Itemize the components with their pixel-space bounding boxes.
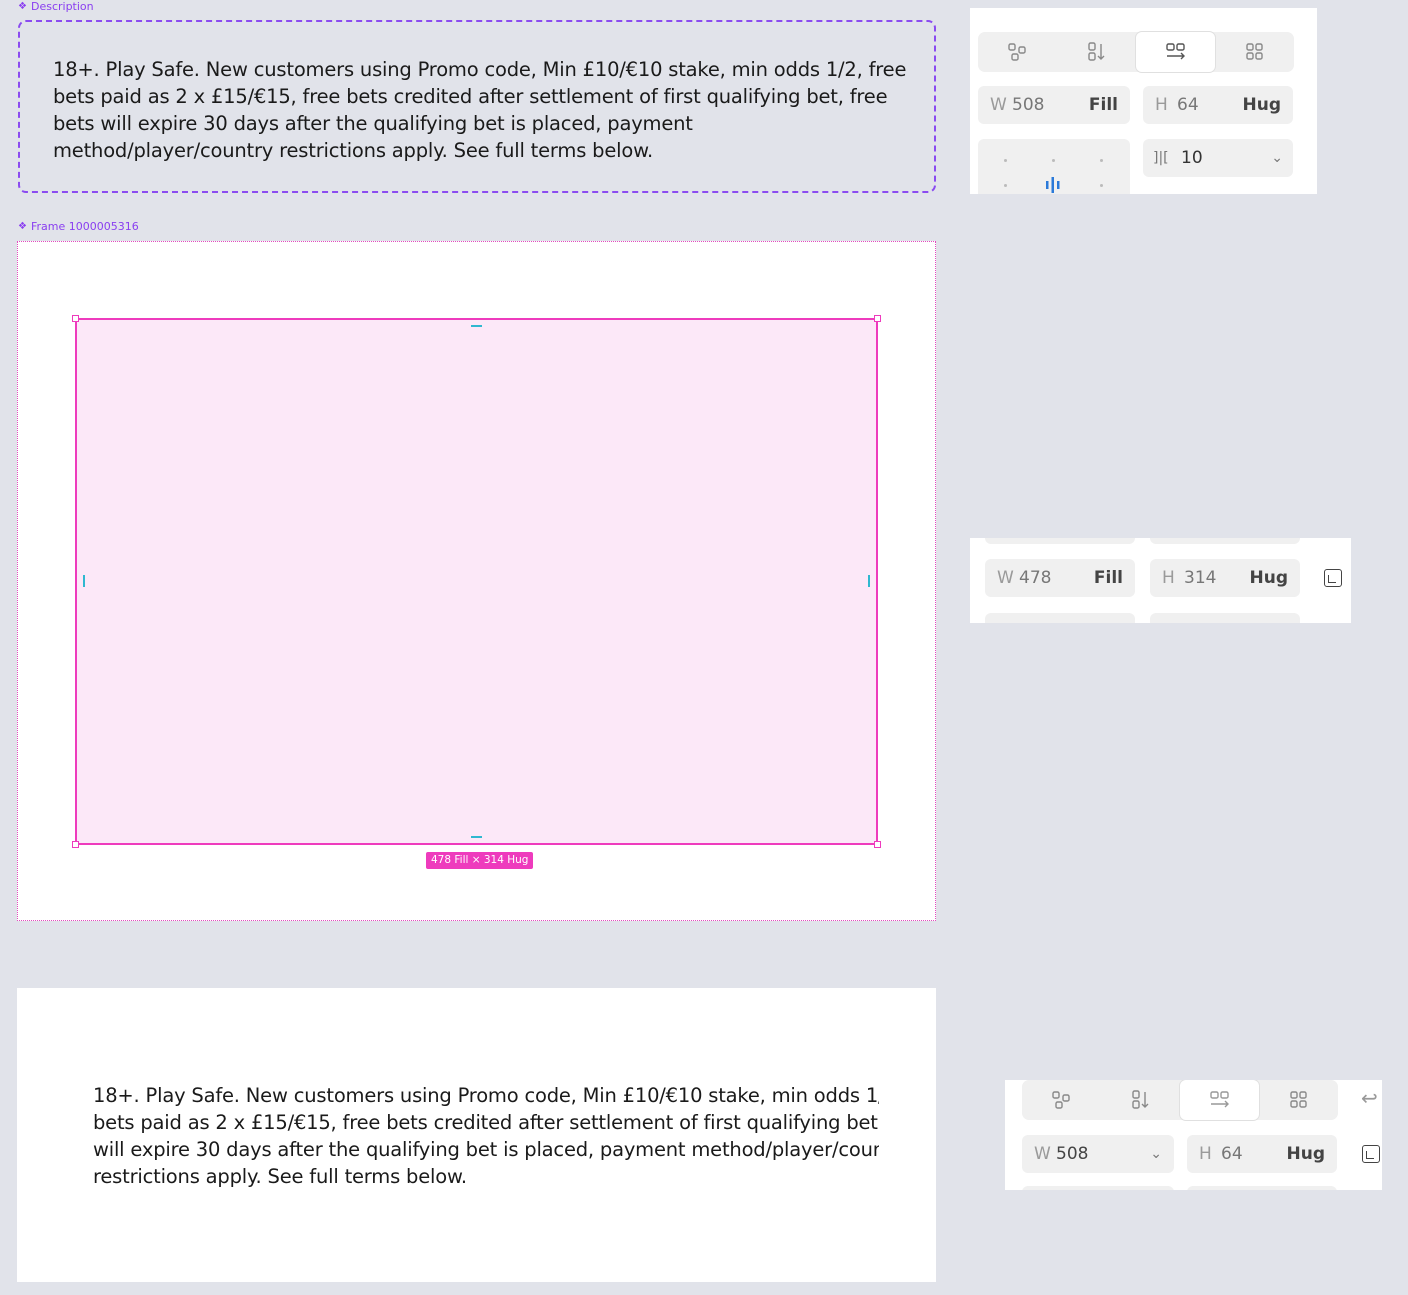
size-badge: 478 Fill × 314 Hug bbox=[426, 852, 534, 869]
width-mode[interactable]: Fill bbox=[1094, 568, 1123, 588]
height-label: H bbox=[1199, 1144, 1212, 1164]
width-dropdown-icon[interactable]: ⌄ bbox=[1150, 1146, 1162, 1162]
component-diamond-icon: ❖ bbox=[18, 1, 27, 12]
selected-element[interactable] bbox=[75, 318, 878, 845]
width-label: W bbox=[997, 568, 1014, 588]
resize-handle-bottom-right[interactable] bbox=[874, 841, 881, 848]
layout-grid-option[interactable] bbox=[1259, 1080, 1338, 1120]
width-label: W bbox=[990, 95, 1007, 115]
layout-direction-toggle[interactable] bbox=[1022, 1080, 1338, 1120]
layout-grid-option[interactable] bbox=[1215, 32, 1294, 72]
align-dot[interactable] bbox=[1052, 159, 1055, 162]
layout-free-option[interactable] bbox=[1022, 1080, 1101, 1120]
layout-direction-toggle[interactable] bbox=[978, 32, 1294, 72]
width-field[interactable]: W 478 Fill bbox=[985, 559, 1135, 597]
layout-vertical-option[interactable] bbox=[1057, 32, 1136, 72]
layout-free-icon bbox=[1051, 1091, 1070, 1109]
width-value[interactable]: 478 bbox=[1019, 568, 1094, 588]
resize-handle-top-left[interactable] bbox=[72, 315, 79, 322]
gap-field[interactable]: ]|[ 10 ⌄ bbox=[1143, 139, 1293, 177]
layout-vertical-icon bbox=[1131, 1090, 1148, 1109]
align-dot[interactable] bbox=[1100, 159, 1103, 162]
height-mode[interactable]: Hug bbox=[1250, 568, 1289, 588]
preview-text-line: will expire 30 days after the qualifying… bbox=[93, 1138, 879, 1161]
width-field[interactable]: W 508 Fill bbox=[978, 86, 1130, 124]
auto-layout-panel-bottom: ↩ W 508 ⌄ H 64 Hug bbox=[1005, 1080, 1382, 1190]
clipped-control bbox=[1150, 538, 1300, 544]
gap-icon: ]|[ bbox=[1153, 150, 1169, 166]
clipped-control bbox=[1150, 613, 1300, 623]
align-dot[interactable] bbox=[1100, 184, 1103, 187]
layout-free-icon bbox=[1007, 43, 1026, 61]
preview-text: 18+. Play Safe. New customers using Prom… bbox=[93, 1082, 879, 1190]
preview-text-line: bets paid as 2 x £15/€15, free bets cred… bbox=[93, 1111, 879, 1134]
padding-marker-bottom[interactable] bbox=[471, 836, 482, 838]
layout-horizontal-option[interactable] bbox=[1136, 32, 1215, 72]
auto-layout-panel-top: W 508 Fill H 64 Hug ]|[ 10 ⌄ bbox=[970, 8, 1317, 194]
width-mode[interactable]: Fill bbox=[1089, 95, 1118, 115]
layout-grid-icon bbox=[1289, 1091, 1307, 1108]
preview-text-line: 18+. Play Safe. New customers using Prom… bbox=[93, 1084, 879, 1107]
size-panel-mid: W 478 Fill H 314 Hug bbox=[970, 538, 1351, 623]
clipped-control bbox=[985, 613, 1135, 623]
clip-content-icon[interactable] bbox=[1362, 1145, 1380, 1163]
clipped-control bbox=[1022, 1186, 1174, 1190]
layout-grid-icon bbox=[1245, 43, 1263, 60]
layout-horizontal-icon bbox=[1165, 43, 1185, 60]
align-dot[interactable] bbox=[1004, 159, 1007, 162]
description-component-label[interactable]: ❖ Description bbox=[18, 0, 94, 13]
frame-diamond-icon: ❖ bbox=[18, 221, 27, 232]
padding-marker-left[interactable] bbox=[83, 575, 85, 587]
layout-vertical-icon bbox=[1087, 42, 1104, 61]
preview-text-line: restrictions apply. See full terms below… bbox=[93, 1165, 467, 1188]
height-value[interactable]: 64 bbox=[1221, 1144, 1287, 1164]
width-value[interactable]: 508 bbox=[1012, 95, 1089, 115]
align-dot[interactable] bbox=[1004, 184, 1007, 187]
width-field[interactable]: W 508 ⌄ bbox=[1022, 1135, 1174, 1173]
width-label: W bbox=[1034, 1144, 1051, 1164]
height-field[interactable]: H 64 Hug bbox=[1187, 1135, 1337, 1173]
height-mode[interactable]: Hug bbox=[1287, 1144, 1326, 1164]
height-label: H bbox=[1162, 568, 1175, 588]
frame-label[interactable]: ❖ Frame 1000005316 bbox=[18, 220, 139, 233]
height-field[interactable]: H 64 Hug bbox=[1143, 86, 1293, 124]
padding-marker-top[interactable] bbox=[471, 325, 482, 327]
frame-label-text: Frame 1000005316 bbox=[30, 220, 139, 233]
height-value[interactable]: 64 bbox=[1177, 95, 1243, 115]
clip-content-icon[interactable] bbox=[1324, 569, 1342, 587]
layout-horizontal-icon bbox=[1209, 1091, 1229, 1108]
description-text: 18+. Play Safe. New customers using Prom… bbox=[53, 58, 907, 162]
gap-value[interactable]: 10 bbox=[1181, 148, 1271, 168]
height-value[interactable]: 314 bbox=[1184, 568, 1250, 588]
description-component[interactable]: 18+. Play Safe. New customers using Prom… bbox=[18, 20, 936, 193]
padding-marker-right[interactable] bbox=[868, 575, 870, 587]
height-mode[interactable]: Hug bbox=[1243, 95, 1282, 115]
description-label-text: Description bbox=[30, 0, 94, 13]
rendered-preview-card: 18+. Play Safe. New customers using Prom… bbox=[17, 988, 936, 1282]
clipped-control bbox=[1187, 1186, 1337, 1190]
undo-icon[interactable]: ↩ bbox=[1361, 1086, 1378, 1110]
height-field[interactable]: H 314 Hug bbox=[1150, 559, 1300, 597]
clipped-control bbox=[985, 538, 1135, 544]
height-label: H bbox=[1155, 95, 1168, 115]
width-value[interactable]: 508 bbox=[1056, 1144, 1150, 1164]
layout-free-option[interactable] bbox=[978, 32, 1057, 72]
resize-handle-bottom-left[interactable] bbox=[72, 841, 79, 848]
layout-vertical-option[interactable] bbox=[1101, 1080, 1180, 1120]
align-center-icon bbox=[1046, 177, 1060, 193]
alignment-grid[interactable] bbox=[978, 139, 1130, 194]
layout-horizontal-option[interactable] bbox=[1180, 1080, 1259, 1120]
resize-handle-top-right[interactable] bbox=[874, 315, 881, 322]
gap-dropdown-icon[interactable]: ⌄ bbox=[1271, 150, 1283, 166]
